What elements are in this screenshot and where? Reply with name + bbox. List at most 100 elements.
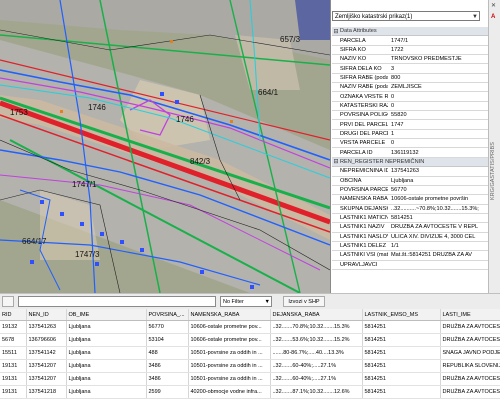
attribute-value: 1 (391, 130, 395, 137)
attribute-value: 1747 (391, 121, 404, 128)
attribute-key: NAZIV KO (340, 56, 367, 63)
parcel-label: 664/1 (258, 88, 279, 97)
attribute-row[interactable]: ŠIFRA KO 1722 (332, 46, 488, 56)
parcel-label: 1747/1 (72, 180, 97, 189)
attribute-key: ŠIFRA RABE (podatke (340, 74, 388, 81)
section-data-attributes[interactable]: ⊟ Data Attributes (332, 27, 488, 37)
attribute-key: LASTNIK1 MATIČNA (340, 215, 388, 222)
attribute-value: 5814251 (391, 215, 413, 222)
attribute-row[interactable]: NAZIV KO TRNOVSKO PREDMESTJE (332, 55, 488, 65)
attribute-value: 10606-ostale prometne površin (391, 196, 469, 203)
column-header[interactable]: OB_IME (66, 309, 147, 321)
table-cell: Ljubljana (66, 372, 147, 386)
table-cell: Ljubljana (66, 385, 147, 399)
attribute-key: SKUPNA DEJANSKA (340, 205, 388, 212)
table-cell: 10501-povrsine za oddih in ... (188, 372, 271, 386)
attribute-value: 0 (391, 93, 395, 100)
table-row[interactable]: 5678 136796606 Ljubljana 53104 10606-ostale … (0, 333, 500, 347)
export-shp-button[interactable]: Izvozi v SHP (283, 296, 325, 307)
attribute-row[interactable]: PRVI DEL PARCELE 1747 (332, 120, 488, 130)
table-cell: DRUŽBA ZA AVTOCESTE V R (440, 320, 500, 334)
collapse-icon[interactable]: ⊟ (332, 28, 340, 35)
section-register[interactable]: ⊟ REN_REGISTER NEPREMIČNIN (332, 157, 488, 168)
attribute-row[interactable]: LASTNIK1 NASLOV ULICA XIV. DIVIZIJE 4, 30… (332, 233, 488, 242)
results-grid: RID NEN_ID OB_IME POVRSINA_... NAMENSKA_… (0, 309, 500, 400)
table-cell: 19131 (0, 359, 27, 373)
attribute-value: 800 (391, 74, 401, 81)
attribute-value: 137541263 (391, 168, 419, 175)
table-cell: Ljubljana (66, 359, 147, 373)
table-cell: 5814251 (362, 359, 441, 373)
column-header[interactable]: LASTNIK_EMSO_MS (362, 309, 441, 321)
attribute-row[interactable]: ŠIFRA DELA KO 3 (332, 64, 488, 74)
attribute-row[interactable]: NEPREMIČNINA ID 137541263 (332, 167, 488, 177)
column-header[interactable]: DEJANSKA_RABA (270, 309, 363, 321)
table-cell: 10606-ostale prometne pov... (188, 320, 271, 334)
attribute-value: Mat.št.:5814251 DRUŽBA ZA AV (391, 252, 473, 259)
table-cell: 5814251 (362, 372, 441, 386)
close-icon[interactable]: ✕ (491, 2, 496, 9)
table-cell: 5814251 (362, 346, 441, 360)
attribute-row[interactable]: KATASTERSKI RAZRE0 (332, 102, 488, 112)
attribute-row[interactable]: OZNAKA VRSTE RAE0 (332, 92, 488, 102)
table-cell: ..32.......87.1%;10.32.......12.6% (270, 385, 363, 399)
table-cell: 136796606 (26, 333, 67, 347)
filter-select[interactable]: No Filter ▼ (220, 296, 272, 307)
attribute-row[interactable]: DRUGI DEL PARCELE1 (332, 130, 488, 140)
search-input[interactable] (18, 296, 216, 307)
parcel-label: 1746 (176, 115, 194, 124)
attribute-row[interactable]: POVRŠINA POLIGON55820 (332, 111, 488, 121)
table-cell: 5814251 (362, 385, 441, 399)
attribute-key: OZNAKA VRSTE RAE (340, 93, 388, 100)
column-header[interactable]: NAMENSKA_RABA (188, 309, 271, 321)
attribute-row[interactable]: PARCELA 1747/1 (332, 36, 488, 46)
table-cell: 3486 (146, 359, 189, 373)
table-cell: DRUŽBA ZA AVTOCESTE V R (440, 372, 500, 386)
table-row[interactable]: 19131 137541207 Ljubljana 3486 10501-povrsin… (0, 359, 500, 373)
map-canvas[interactable]: 1746 1753 1746 664/1 842/3 1747/1 664/17… (0, 0, 330, 293)
table-cell: ..32.......53.6%;10.32.......15.2% (270, 333, 363, 347)
attribute-row[interactable]: LASTNIKI VSI (mat. Mat.št.:5814251 DRUŽBA… (332, 251, 488, 261)
side-tab-label: KRG/GASTATIS/PRIBS (490, 142, 496, 200)
attribute-row[interactable]: LASTNIK1 DELEŽ 1/1 (332, 242, 488, 252)
app-logo-icon: A (491, 14, 496, 20)
column-header[interactable]: LASTI_IME (440, 309, 500, 321)
collapse-icon[interactable]: ⊟ (332, 158, 340, 165)
attribute-row[interactable]: NAZIV RABE (podatkZEMLJIŠČE (332, 83, 488, 93)
attribute-key: DRUGI DEL PARCELE (340, 130, 388, 137)
attribute-value: 3 (391, 65, 395, 72)
attribute-key: LASTNIK1 NAZIV (340, 224, 385, 231)
section-title: Data Attributes (340, 28, 377, 35)
chevron-down-icon: ▼ (472, 14, 478, 20)
attribute-key: PARCELA (340, 37, 366, 44)
attribute-row[interactable]: ŠIFRA RABE (podatke800 (332, 74, 488, 84)
attribute-row[interactable]: NAMENSKA RABA 10606-ostale prometne površ… (332, 195, 488, 205)
column-header[interactable]: NEN_ID (26, 309, 67, 321)
table-row[interactable]: 15511 137541142 Ljubljana 488 10501-povrsine… (0, 346, 500, 360)
attribute-row[interactable]: OBČINA Ljubljana (332, 177, 488, 186)
attribute-row[interactable]: PARCELA ID 136119132 (332, 148, 488, 158)
attribute-row[interactable]: LASTNIK1 MATIČNA 5814251 (332, 214, 488, 224)
table-cell: 3486 (146, 372, 189, 386)
table-row[interactable]: 19131 137541207 Ljubljana 3486 10501-povrsin… (0, 372, 500, 386)
table-cell: Ljubljana (66, 320, 147, 334)
table-cell: 19131 (0, 372, 27, 386)
attribute-value: 1722 (391, 46, 404, 53)
column-header[interactable]: RID (0, 309, 27, 321)
table-cell: ..32.......60-40%;.....27.1% (270, 372, 363, 386)
attribute-row[interactable]: VRSTA PARCELE 0 (332, 139, 488, 149)
column-header[interactable]: POVRSINA_... (146, 309, 189, 321)
side-tab[interactable]: ✕ A KRG/GASTATIS/PRIBS (488, 0, 500, 293)
attribute-row[interactable]: LASTNIK1 NAZIV DRUŽBA ZA AVTOCESTE V REPL (332, 223, 488, 233)
attribute-key: NAZIV RABE (podatk (340, 84, 388, 91)
table-row[interactable]: 19132 137541263 Ljubljana 56770 10606-ostale… (0, 320, 500, 334)
attribute-row[interactable]: UPRAVLJAVCI (332, 261, 488, 270)
attribute-key: KATASTERSKI RAZRE (340, 102, 388, 109)
table-row[interactable]: 19131 137541218 Ljubljana 2599 40200-obmocje… (0, 385, 500, 399)
layer-select[interactable]: Zemljiško katastrski prikaz(1) ▼ (332, 11, 480, 21)
toolbar-button[interactable] (2, 296, 14, 307)
attribute-row[interactable]: POVRŠINA PARCELE56770 (332, 186, 488, 196)
chevron-down-icon: ▼ (264, 299, 270, 305)
attribute-row[interactable]: SKUPNA DEJANSKA..32..........~70.8%;10.3… (332, 205, 488, 214)
layer-select-value: Zemljiško katastrski prikaz(1) (335, 14, 413, 20)
